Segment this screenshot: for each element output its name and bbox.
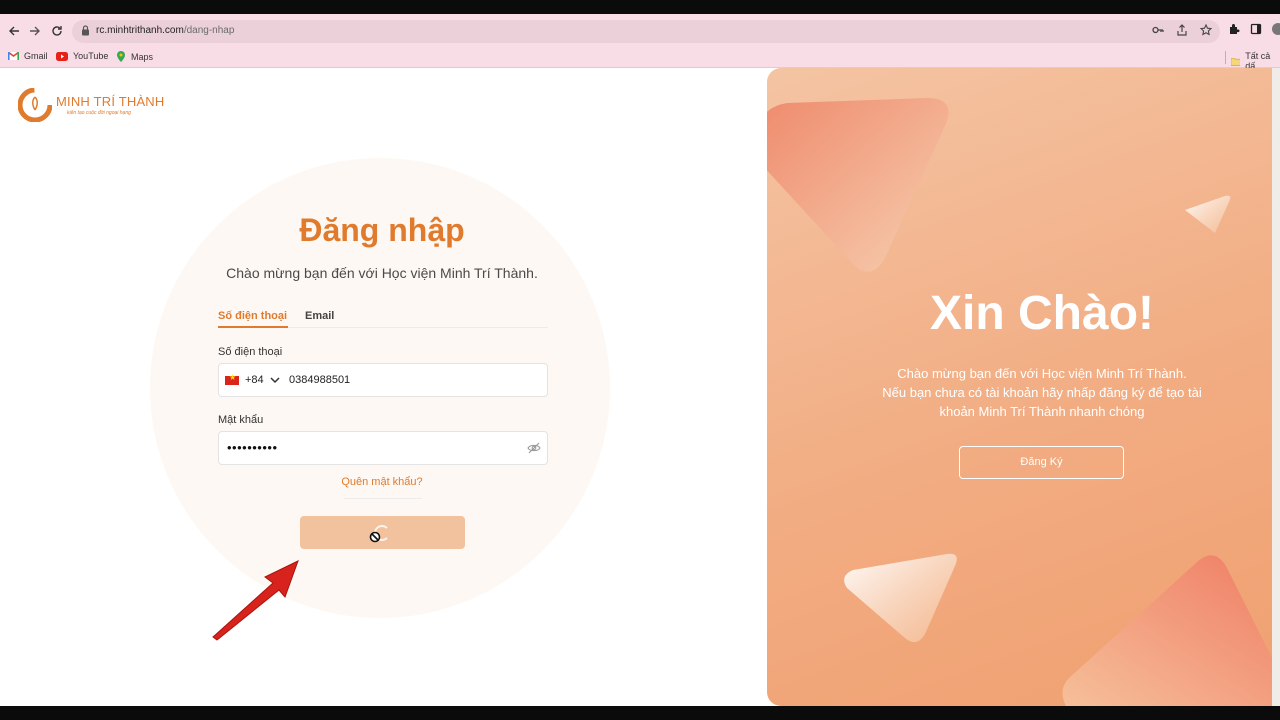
vietnam-flag-icon [225, 373, 239, 385]
register-button[interactable]: Đăng Ký [959, 446, 1124, 479]
logo-slogan: kiến tạo cuộc đời ngoại hạng [67, 110, 131, 116]
welcome-line-1: Chào mừng bạn đến với Học viện Minh Trí … [897, 366, 1187, 381]
welcome-title: Xin Chào! [930, 287, 1154, 340]
address-bar[interactable]: rc.minhtrithanh.com/dang-nhap [72, 20, 1220, 43]
key-icon[interactable] [1152, 24, 1164, 36]
page-scrollbar[interactable] [1272, 68, 1280, 706]
phone-label: Số điện thoại [218, 346, 283, 358]
password-field[interactable]: •••••••••• [218, 431, 548, 465]
reload-button[interactable] [47, 21, 67, 41]
share-icon[interactable] [1176, 24, 1188, 36]
gmail-icon [8, 52, 19, 60]
window-bottom-strip [0, 706, 1280, 720]
welcome-panel: Xin Chào! Chào mừng bạn đến với Học viện… [767, 68, 1280, 706]
phone-input-value: 0384988501 [289, 374, 351, 386]
bookmark-label: Gmail [24, 51, 48, 61]
toggle-visibility-eye-icon[interactable] [527, 441, 541, 455]
bookmark-label: YouTube [73, 51, 109, 61]
back-arrow-icon [9, 26, 19, 36]
folder-icon [1231, 57, 1241, 66]
forward-button[interactable] [25, 21, 45, 41]
tab-email[interactable]: Email [305, 310, 334, 322]
url-path: /dang-nhap [183, 25, 235, 36]
window-top-strip [0, 0, 1280, 14]
welcome-text: Chào mừng bạn đến với Học viện Minh Trí … [847, 364, 1237, 421]
bookmarks-bar: Gmail YouTube Maps Tất cả dấ [0, 48, 1280, 71]
phoenix-logo-icon [18, 88, 52, 122]
forgot-password-link[interactable]: Quên mật khẩu? [300, 476, 464, 488]
lock-icon [82, 25, 89, 36]
bookmarks-separator [1225, 51, 1226, 64]
profile-avatar[interactable] [1272, 23, 1280, 35]
password-input-value: •••••••••• [227, 440, 278, 455]
login-button[interactable] [300, 516, 465, 549]
bookmark-star-icon[interactable] [1200, 24, 1212, 36]
divider [344, 498, 422, 499]
bookmark-maps[interactable]: Maps [116, 51, 153, 62]
bookmark-label: Maps [131, 51, 154, 62]
login-method-tabs: Số điện thoại Email [218, 308, 548, 328]
back-button[interactable] [4, 21, 24, 41]
bookmark-youtube[interactable]: YouTube [56, 51, 108, 61]
page-viewport: MINH TRÍ THÀNH kiến tạo cuộc đời ngoại h… [0, 68, 1280, 706]
chevron-down-icon [270, 376, 280, 383]
welcome-line-3: khoản Minh Trí Thành nhanh chóng [939, 404, 1145, 419]
tab-phone[interactable]: Số điện thoại [218, 310, 287, 322]
youtube-icon [56, 51, 68, 61]
password-label: Mật khẩu [218, 414, 264, 426]
not-allowed-cursor-icon [369, 531, 381, 543]
welcome-line-2: Nếu bạn chưa có tài khoản hãy nhấp đăng … [882, 385, 1202, 400]
phone-field[interactable]: +84 0384988501 [218, 363, 548, 397]
browser-toolbar: rc.minhtrithanh.com/dang-nhap [0, 14, 1280, 48]
country-code-select[interactable]: +84 [225, 373, 280, 386]
extensions-puzzle-icon[interactable] [1228, 23, 1240, 35]
forward-arrow-icon [30, 26, 40, 36]
active-tab-indicator [218, 326, 288, 328]
brand-logo[interactable]: MINH TRÍ THÀNH kiến tạo cuộc đời ngoại h… [18, 88, 165, 122]
address-url: rc.minhtrithanh.com/dang-nhap [96, 25, 234, 36]
maps-pin-icon [117, 51, 125, 62]
bookmark-gmail[interactable]: Gmail [8, 51, 48, 61]
login-title: Đăng nhập [299, 212, 465, 248]
logo-name: MINH TRÍ THÀNH [56, 94, 165, 109]
red-pointer-arrow-icon [212, 560, 299, 641]
reload-icon [52, 26, 62, 36]
side-panel-icon[interactable] [1250, 23, 1262, 35]
login-subtitle: Chào mừng bạn đến với Học viện Minh Trí … [226, 265, 538, 281]
url-host: rc.minhtrithanh.com [96, 25, 184, 36]
country-code: +84 [245, 374, 264, 386]
